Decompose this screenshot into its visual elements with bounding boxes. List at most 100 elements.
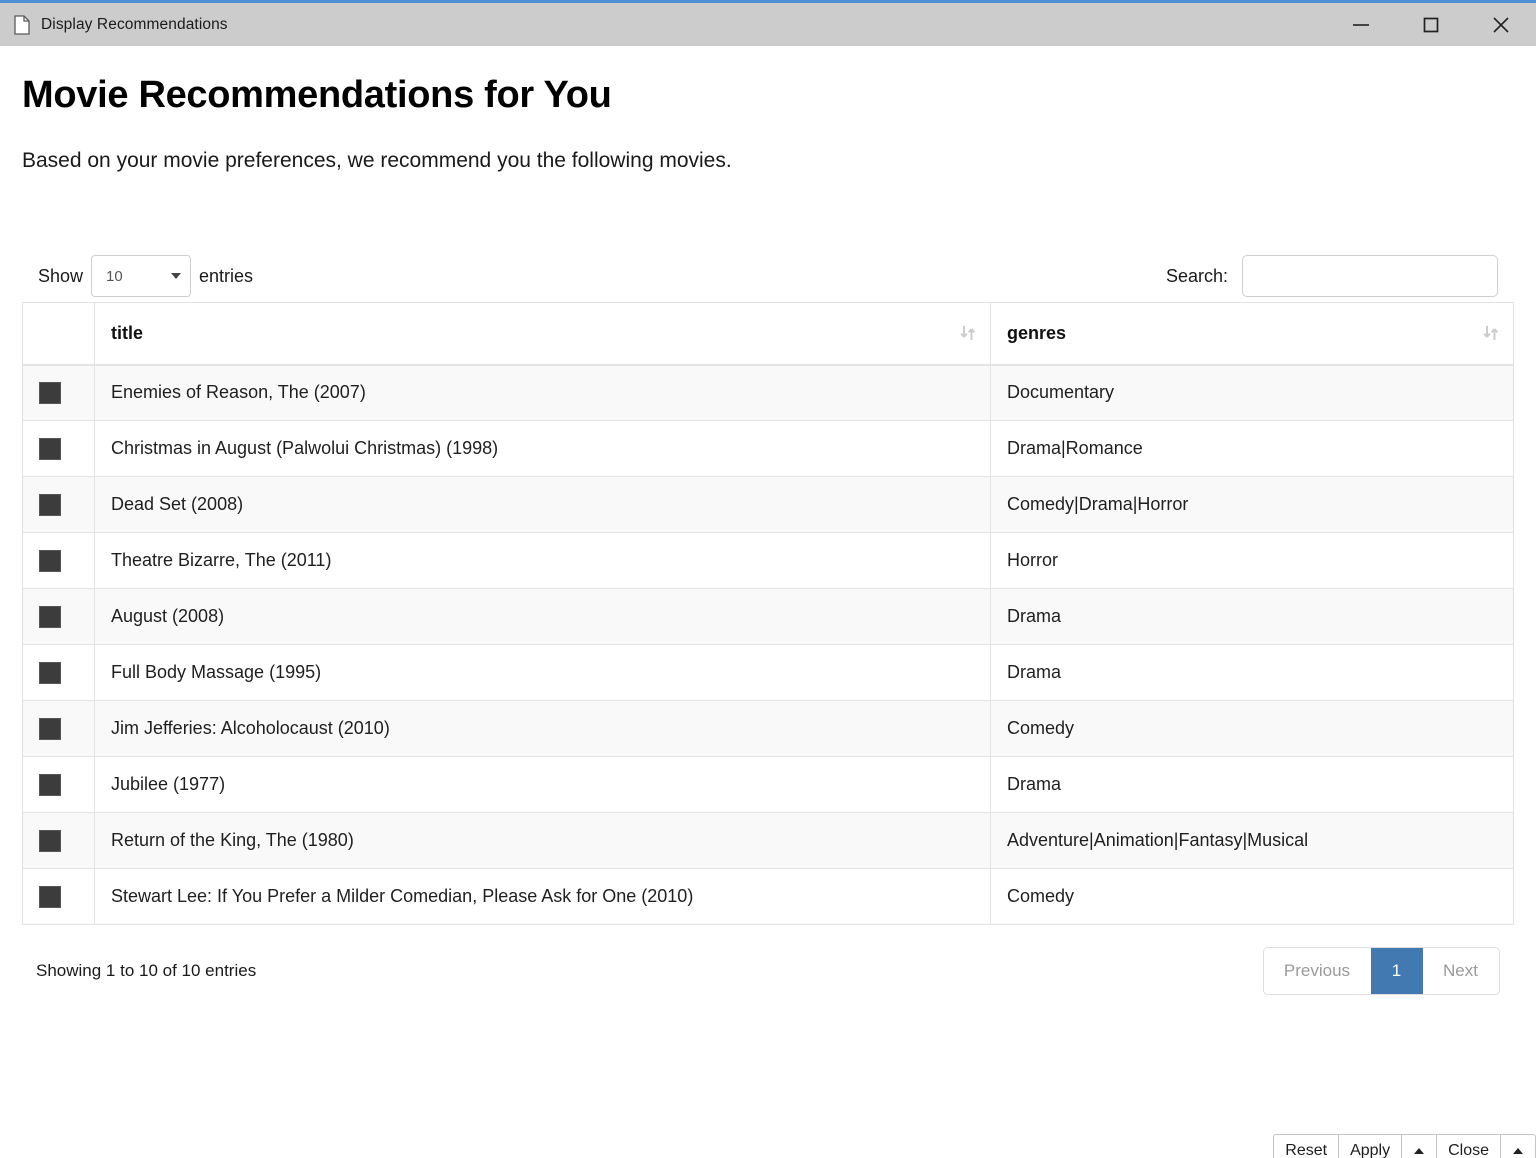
cell-genres: Drama [990, 756, 1514, 813]
close-options-button[interactable] [1500, 1134, 1536, 1158]
close-icon [1491, 15, 1511, 35]
cell-title: Jubilee (1977) [94, 756, 991, 813]
row-select-box[interactable] [39, 437, 61, 460]
cell-genres: Documentary [990, 364, 1514, 421]
datatable-wrapper: Show 10 entries Search: title genres Ene… [22, 251, 1514, 999]
table-head: title genres [22, 302, 1514, 366]
show-label: Show [38, 265, 84, 286]
row-select-cell[interactable] [22, 868, 95, 925]
pagination-next[interactable]: Next [1423, 948, 1499, 994]
column-header-genres-label: genres [1007, 322, 1067, 343]
table-row[interactable]: Return of the King, The (1980) Adventure|… [22, 812, 1514, 869]
bottom-toolbar: Reset Apply Close [1273, 1134, 1536, 1158]
datatable-controls: Show 10 entries Search: [22, 251, 1514, 301]
cell-title: Theatre Bizarre, The (2011) [94, 532, 991, 589]
cell-title: Jim Jefferies: Alcoholocaust (2010) [94, 700, 991, 757]
table-row[interactable]: Christmas in August (Palwolui Christmas)… [22, 420, 1514, 477]
pagination-page-1[interactable]: 1 [1371, 948, 1424, 994]
row-select-cell[interactable] [22, 812, 95, 869]
row-select-cell[interactable] [22, 364, 95, 421]
pagination: Previous 1 Next [1262, 947, 1500, 995]
apply-button[interactable]: Apply [1338, 1134, 1402, 1158]
cell-title: Dead Set (2008) [94, 476, 991, 533]
row-select-box[interactable] [39, 885, 61, 908]
table-row[interactable]: Full Body Massage (1995) Drama [22, 644, 1514, 701]
table-row[interactable]: Stewart Lee: If You Prefer a Milder Come… [22, 868, 1514, 925]
cell-genres: Drama [990, 588, 1514, 645]
window-title: Display Recommendations [41, 15, 228, 33]
column-header-select [22, 302, 95, 366]
table-row[interactable]: Jim Jefferies: Alcoholocaust (2010) Comed… [22, 700, 1514, 757]
page-length-value: 10 [106, 267, 123, 285]
table-row[interactable]: Theatre Bizarre, The (2011) Horror [22, 532, 1514, 589]
row-select-box[interactable] [39, 605, 61, 628]
row-select-cell[interactable] [22, 420, 95, 477]
table-row[interactable]: Enemies of Reason, The (2007) Documentary [22, 364, 1514, 421]
cell-genres: Comedy [990, 700, 1514, 757]
cell-genres: Comedy|Drama|Horror [990, 476, 1514, 533]
apply-options-button[interactable] [1401, 1134, 1437, 1158]
sort-icon[interactable] [1483, 323, 1499, 343]
table-info: Showing 1 to 10 of 10 entries [36, 961, 257, 980]
cell-genres: Horror [990, 532, 1514, 589]
row-select-cell[interactable] [22, 476, 95, 533]
search-label: Search: [1165, 265, 1228, 286]
column-header-title[interactable]: title [94, 302, 991, 366]
table-row[interactable]: Dead Set (2008) Comedy|Drama|Horror [22, 476, 1514, 533]
cell-title: August (2008) [94, 588, 991, 645]
cell-genres: Drama|Romance [990, 420, 1514, 477]
document-icon [14, 14, 30, 35]
recommendations-table: title genres Enemies of Reason, The (200… [22, 302, 1514, 925]
table-row[interactable]: August (2008) Drama [22, 588, 1514, 645]
maximize-icon [1422, 16, 1440, 34]
window-titlebar: Display Recommendations [0, 0, 1536, 46]
reset-button[interactable]: Reset [1273, 1134, 1339, 1158]
row-select-box[interactable] [39, 381, 61, 404]
column-header-genres[interactable]: genres [990, 302, 1514, 366]
window-controls [1326, 3, 1536, 46]
caret-up-icon [1513, 1148, 1523, 1154]
row-select-box[interactable] [39, 549, 61, 572]
datatable-footer: Showing 1 to 10 of 10 entries Previous 1… [22, 943, 1514, 999]
table-body: Enemies of Reason, The (2007) Documentary… [22, 364, 1514, 925]
row-select-box[interactable] [39, 661, 61, 684]
caret-up-icon [1414, 1148, 1425, 1154]
search-control: Search: [1166, 255, 1498, 297]
cell-title: Stewart Lee: If You Prefer a Milder Come… [94, 868, 991, 925]
row-select-box[interactable] [39, 773, 61, 796]
row-select-cell[interactable] [22, 700, 95, 757]
cell-title: Full Body Massage (1995) [94, 644, 991, 701]
page-subtitle: Based on your movie preferences, we reco… [22, 149, 732, 172]
minimize-icon [1351, 18, 1371, 32]
entries-label: entries [199, 265, 254, 286]
page-title: Movie Recommendations for You [22, 74, 612, 116]
table-row[interactable]: Jubilee (1977) Drama [22, 756, 1514, 813]
row-select-box[interactable] [39, 493, 61, 516]
titlebar-left-group: Display Recommendations [0, 14, 228, 35]
sort-icon[interactable] [960, 323, 976, 343]
page-body: Movie Recommendations for You Based on y… [0, 74, 1536, 1158]
cell-title: Enemies of Reason, The (2007) [94, 364, 991, 421]
length-control: Show 10 entries [38, 255, 253, 297]
row-select-box[interactable] [39, 829, 61, 852]
cell-genres: Comedy [990, 868, 1514, 925]
page-length-select[interactable]: 10 [91, 255, 192, 297]
table-header-row: title genres [22, 302, 1514, 366]
close-button[interactable] [1466, 3, 1536, 46]
row-select-cell[interactable] [22, 588, 95, 645]
minimize-button[interactable] [1326, 3, 1396, 46]
pagination-previous[interactable]: Previous [1263, 948, 1372, 994]
row-select-cell[interactable] [22, 532, 95, 589]
column-header-title-label: title [111, 322, 144, 343]
row-select-cell[interactable] [22, 756, 95, 813]
cell-genres: Drama [990, 644, 1514, 701]
chevron-down-icon [171, 273, 182, 279]
cell-title: Christmas in August (Palwolui Christmas)… [94, 420, 991, 477]
cell-genres: Adventure|Animation|Fantasy|Musical [990, 812, 1514, 869]
maximize-button[interactable] [1396, 3, 1466, 46]
close-dialog-button[interactable]: Close [1436, 1134, 1500, 1158]
search-input[interactable] [1242, 255, 1498, 297]
row-select-box[interactable] [39, 717, 61, 740]
cell-title: Return of the King, The (1980) [94, 812, 991, 869]
row-select-cell[interactable] [22, 644, 95, 701]
